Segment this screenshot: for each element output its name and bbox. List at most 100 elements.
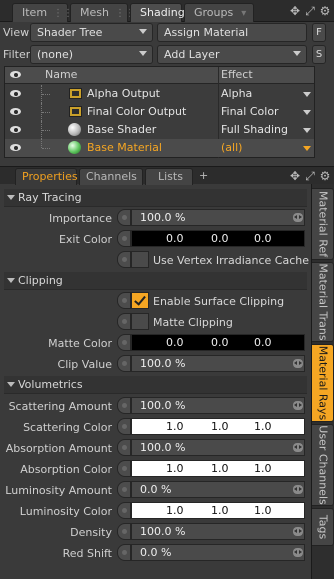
exit-color-swatch[interactable]: 0.0 0.0 0.0 — [131, 230, 305, 247]
tree-row-name: Base Material — [87, 141, 162, 154]
vertex-irradiance-checkbox[interactable] — [131, 251, 149, 268]
tab-material-rays[interactable]: Material Rays — [312, 344, 334, 422]
importance-knob[interactable] — [117, 209, 131, 226]
stepper-arrows-icon[interactable] — [293, 443, 303, 452]
move-icon[interactable]: ✥ — [288, 4, 302, 18]
view-dropdown[interactable]: Shader Tree — [30, 23, 153, 42]
luminosity-color-swatch[interactable]: 1.0 1.0 1.0 — [131, 502, 305, 519]
chevron-down-icon[interactable] — [303, 128, 311, 133]
gear-icon[interactable]: ⚙ — [318, 169, 332, 183]
luminosity-amount-field[interactable]: 0.0 % — [131, 481, 305, 498]
tree-row-effect[interactable]: Final Color — [221, 105, 279, 118]
chevron-down-icon[interactable] — [303, 110, 311, 115]
tree-row-selected[interactable]: Base Material (all) — [5, 139, 314, 157]
chevron-down-icon[interactable] — [303, 92, 311, 97]
tab-user-channels[interactable]: User Channels — [312, 424, 334, 506]
view-label: View — [3, 26, 30, 39]
column-name-header[interactable]: Name — [45, 68, 77, 81]
tree-row-effect[interactable]: (all) — [221, 141, 242, 154]
absorption-amount-value: 100.0 % — [140, 441, 186, 454]
matte-color-knob[interactable] — [117, 334, 131, 351]
tab-material-ref[interactable]: Material Ref — [312, 188, 334, 260]
luminosity-amount-knob[interactable] — [117, 481, 131, 498]
chevron-down-icon — [139, 29, 147, 34]
filter-dropdown[interactable]: (none) — [30, 45, 153, 64]
density-knob[interactable] — [117, 523, 131, 540]
exit-color-knob[interactable] — [117, 230, 131, 247]
absorption-amount-field[interactable]: 100.0 % — [131, 439, 305, 456]
visibility-eye-icon[interactable] — [9, 123, 23, 137]
stepper-arrows-icon[interactable] — [293, 213, 303, 222]
maximize-icon[interactable]: ⤢ — [303, 169, 317, 183]
matte-color-label: Matte Color — [48, 337, 112, 350]
red-shift-knob[interactable] — [117, 544, 131, 561]
tab-shading[interactable]: Shading — [130, 3, 185, 22]
matte-clipping-knob[interactable] — [117, 313, 131, 330]
scattering-amount-knob[interactable] — [117, 397, 131, 414]
stepper-arrows-icon[interactable] — [293, 359, 303, 368]
maximize-icon[interactable]: ⤢ — [303, 4, 317, 18]
visibility-eye-icon[interactable] — [9, 105, 23, 119]
column-effect-header[interactable]: Effect — [221, 68, 253, 81]
scattering-amount-field[interactable]: 100.0 % — [131, 397, 305, 414]
luminosity-color-label: Luminosity Color — [19, 505, 112, 518]
section-title: Volumetrics — [18, 378, 83, 391]
visibility-eye-icon[interactable] — [9, 87, 23, 101]
stepper-arrows-icon[interactable] — [293, 527, 303, 536]
visibility-eye-icon[interactable] — [9, 141, 23, 155]
f-button[interactable]: F — [312, 23, 326, 42]
gear-icon[interactable]: ⚙ — [318, 4, 332, 18]
tab-material-trans[interactable]: Material Trans — [312, 262, 334, 342]
luminosity-amount-value: 0.0 % — [140, 483, 172, 496]
clip-value-field[interactable]: 100.0 % — [131, 355, 305, 372]
tab-mesh[interactable]: Mesh ⋮⋮ — [70, 3, 135, 22]
add-layer-dropdown[interactable]: Add Layer — [157, 45, 307, 64]
chevron-down-icon[interactable] — [303, 146, 311, 151]
absorption-amount-knob[interactable] — [117, 439, 131, 456]
tree-row[interactable]: Final Color Output Final Color — [5, 103, 314, 121]
tab-lists[interactable]: Lists — [145, 168, 193, 185]
scattering-color-swatch[interactable]: 1.0 1.0 1.0 — [131, 418, 305, 435]
absorption-color-knob[interactable] — [117, 460, 131, 477]
section-ray-tracing[interactable]: Ray Tracing — [4, 189, 307, 207]
scattering-color-knob[interactable] — [117, 418, 131, 435]
vertex-irradiance-knob[interactable] — [117, 251, 131, 268]
chevron-down-icon — [139, 51, 147, 56]
luminosity-color-knob[interactable] — [117, 502, 131, 519]
move-icon[interactable]: ✥ — [288, 169, 302, 183]
collapse-triangle-icon — [7, 382, 15, 387]
tree-row[interactable]: Alpha Output Alpha — [5, 85, 314, 103]
add-tab-icon[interactable]: + — [199, 169, 208, 182]
density-field[interactable]: 100.0 % — [131, 523, 305, 540]
tree-row[interactable]: Base Shader Full Shading — [5, 121, 314, 139]
vertex-irradiance-label: Use Vertex Irradiance Cache — [153, 254, 310, 267]
stepper-arrows-icon[interactable] — [293, 401, 303, 410]
tab-item[interactable]: Item ⋮⋮ — [12, 3, 73, 22]
enable-clipping-knob[interactable] — [117, 292, 131, 309]
importance-field[interactable]: 100.0 % — [131, 209, 305, 226]
tab-tags[interactable]: Tags — [312, 508, 334, 546]
add-layer-label: Add Layer — [164, 48, 220, 61]
visibility-eye-icon[interactable] — [9, 68, 23, 82]
red-shift-field[interactable]: 0.0 % — [131, 544, 305, 561]
section-clipping[interactable]: Clipping — [4, 272, 307, 290]
stepper-arrows-icon[interactable] — [293, 548, 303, 557]
matte-clipping-checkbox[interactable] — [131, 313, 149, 330]
chevron-down-icon: ▾ — [241, 8, 247, 19]
tree-row-effect[interactable]: Alpha — [221, 87, 252, 100]
absorption-color-swatch[interactable]: 1.0 1.0 1.0 — [131, 460, 305, 477]
section-title: Clipping — [18, 274, 63, 287]
matte-color-swatch[interactable]: 0.0 0.0 0.0 — [131, 334, 305, 351]
tab-properties[interactable]: Properties — [15, 168, 78, 185]
clip-value-knob[interactable] — [117, 355, 131, 372]
shader-tree-header: Name Effect — [5, 67, 314, 84]
stepper-arrows-icon[interactable] — [293, 485, 303, 494]
enable-clipping-checkbox[interactable] — [131, 292, 149, 309]
s-button[interactable]: S — [312, 45, 326, 64]
section-volumetrics[interactable]: Volumetrics — [4, 376, 307, 394]
tab-channels[interactable]: Channels — [79, 168, 143, 185]
luminosity-amount-label: Luminosity Amount — [5, 484, 112, 497]
assign-material-button[interactable]: Assign Material — [157, 23, 307, 42]
tree-row-effect[interactable]: Full Shading — [221, 123, 288, 136]
tab-groups[interactable]: Groups ▾ — [184, 3, 254, 22]
